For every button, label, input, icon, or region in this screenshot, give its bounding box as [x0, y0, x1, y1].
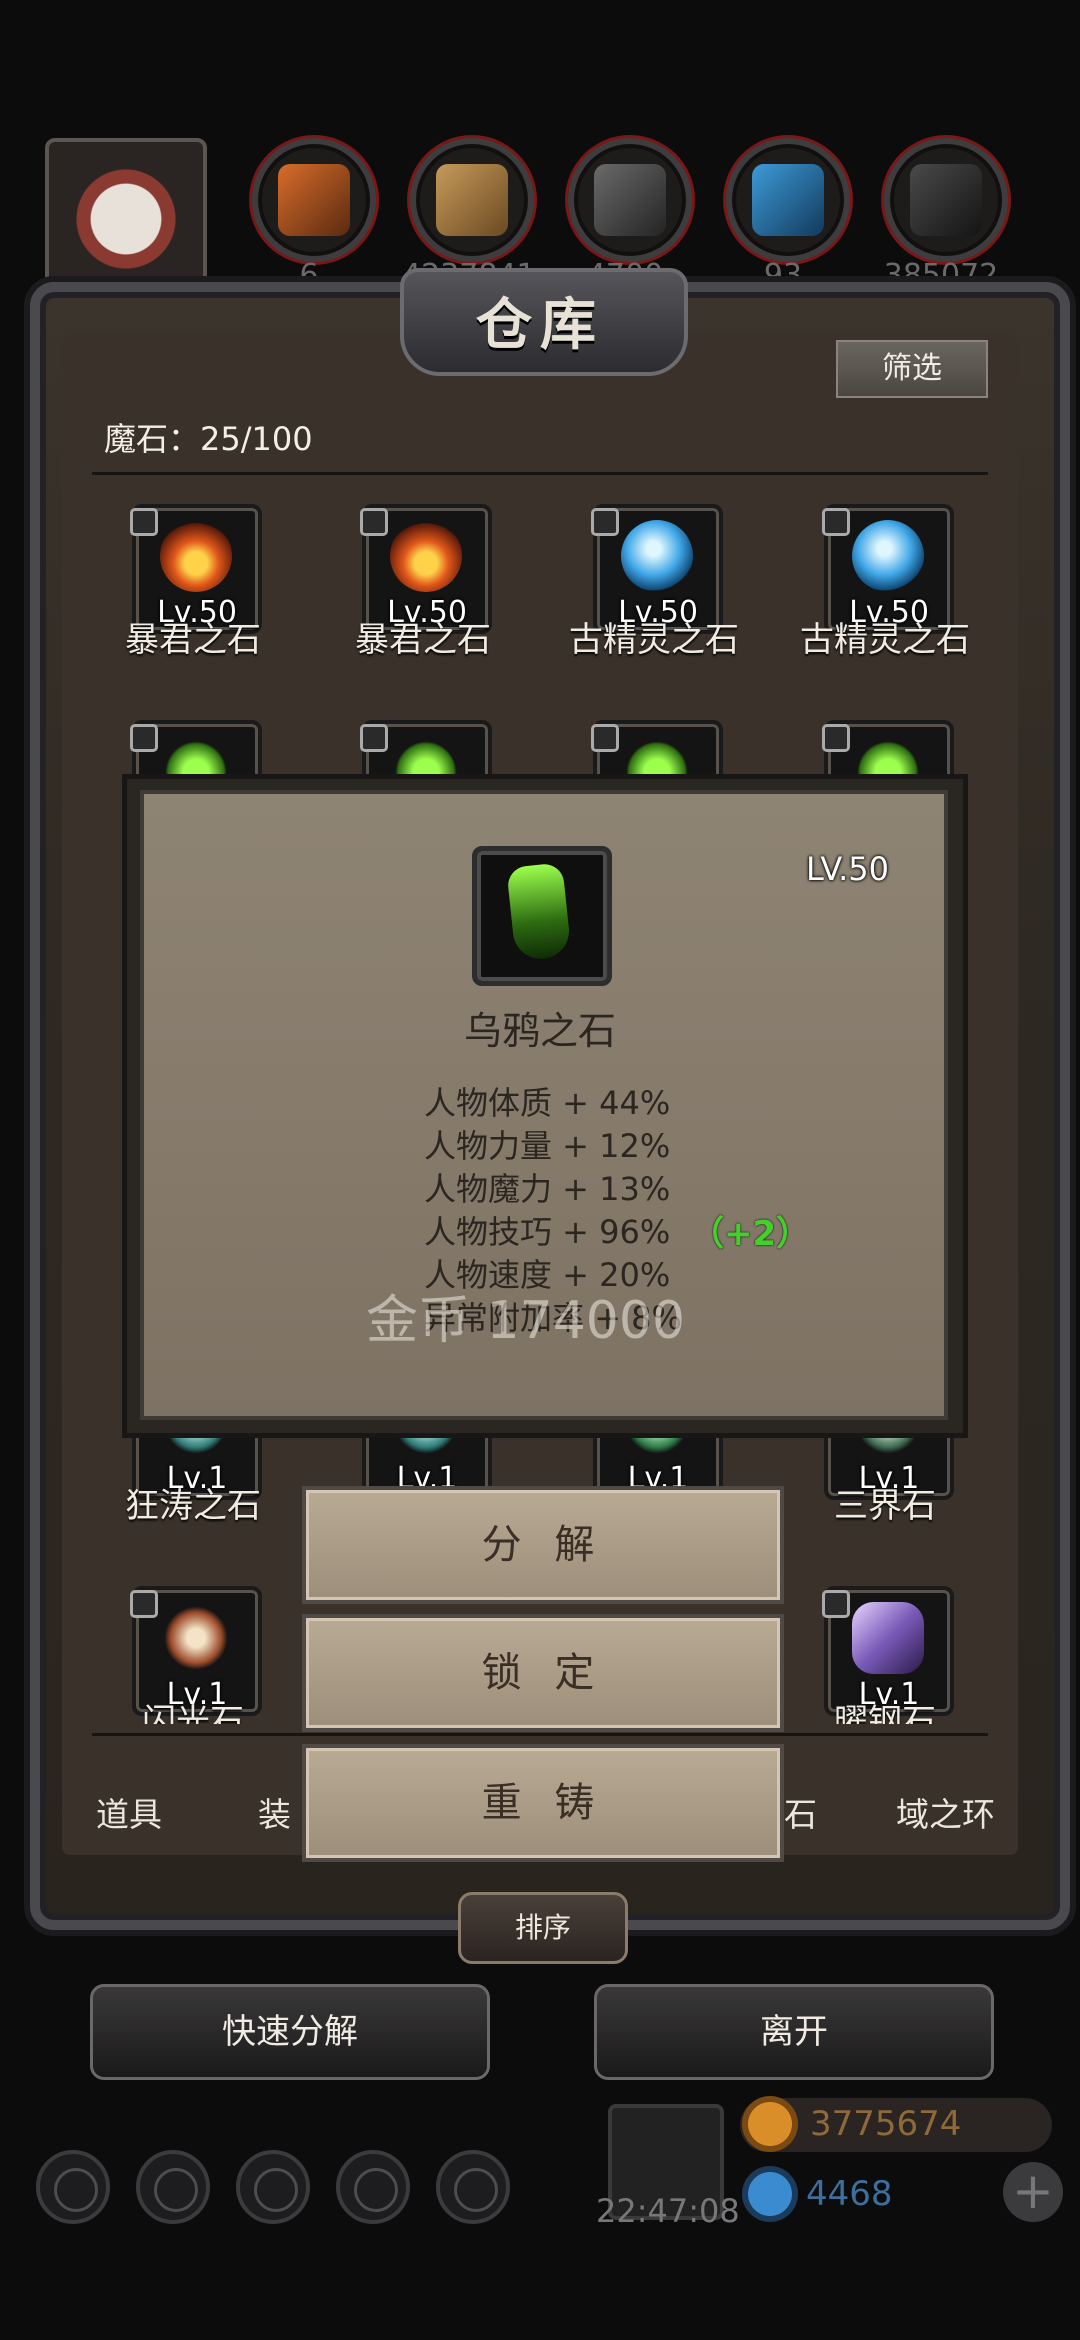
- obsidian-stone-icon: [852, 1602, 924, 1674]
- leave-button[interactable]: 离开: [594, 1984, 994, 2080]
- lock-icon: [591, 508, 619, 536]
- lock-icon: [360, 508, 388, 536]
- steel-ingot-icon: [910, 164, 982, 236]
- blue-crystal-icon: [752, 164, 824, 236]
- settings-icon[interactable]: [36, 2150, 110, 2224]
- item-name: 曜钢石: [834, 1702, 936, 1724]
- item-name: 古精灵之石: [800, 620, 970, 660]
- tab-rings[interactable]: 域之环: [896, 1788, 995, 1836]
- divider: [92, 1733, 988, 1736]
- stat-line: 人物魔力 + 13%: [424, 1170, 671, 1208]
- fire-stone-icon: [160, 520, 232, 592]
- divider: [92, 472, 988, 475]
- resource-slot-orange[interactable]: [252, 138, 376, 262]
- tab-stones[interactable]: 石: [784, 1788, 817, 1836]
- item-level: LV.50: [806, 850, 889, 888]
- resource-slot-crystal[interactable]: [726, 138, 850, 262]
- resource-slot-iron[interactable]: [568, 138, 692, 262]
- gold-amount: 3775674: [810, 2104, 962, 2144]
- item-name: 狂涛之石: [125, 1486, 261, 1526]
- stat-line: 人物技巧 + 96%: [424, 1213, 671, 1251]
- sort-button[interactable]: 排序: [458, 1892, 628, 1964]
- quick-decompose-button[interactable]: 快速分解: [90, 1984, 490, 2080]
- lock-icon: [591, 724, 619, 752]
- item-name: 暴君之石: [125, 620, 261, 660]
- item-name: 三界石: [834, 1486, 936, 1526]
- item-name: 乌鸦之石: [463, 1009, 616, 1053]
- stone-count: 魔石：25/100: [104, 420, 313, 458]
- gem-amount: 4468: [806, 2174, 893, 2214]
- lock-icon: [130, 1590, 158, 1618]
- green-crystal-icon: [506, 862, 572, 962]
- stat-line: 人物体质 + 44%: [424, 1084, 671, 1122]
- flash-stone-icon: [160, 1602, 232, 1674]
- add-currency-button[interactable]: +: [1003, 2162, 1063, 2222]
- tab-items[interactable]: 道具: [96, 1788, 162, 1836]
- clock: 22:47:08: [596, 2192, 740, 2230]
- item-name: 古精灵之石: [569, 620, 739, 660]
- mail-icon[interactable]: [336, 2150, 410, 2224]
- lock-icon: [822, 724, 850, 752]
- orange-ore-icon: [278, 164, 350, 236]
- item-name: 闪光石: [142, 1702, 244, 1724]
- resource-slot-steel[interactable]: [884, 138, 1008, 262]
- resource-slot-wood[interactable]: [410, 138, 534, 262]
- filter-button[interactable]: 筛选: [836, 340, 988, 398]
- recast-button[interactable]: 重 铸: [302, 1744, 784, 1862]
- lock-icon: [360, 724, 388, 752]
- item-icon: [472, 846, 612, 986]
- wood-plank-icon: [436, 164, 508, 236]
- menu-circle-icon[interactable]: [136, 2150, 210, 2224]
- gold-coin-icon: [742, 2096, 798, 2152]
- iron-ingot-icon: [594, 164, 666, 236]
- player-avatar[interactable]: [45, 138, 207, 286]
- lock-icon: [130, 724, 158, 752]
- lock-icon: [822, 508, 850, 536]
- spirit-orb-icon: [852, 520, 924, 592]
- lock-button[interactable]: 锁 定: [302, 1614, 784, 1732]
- decompose-button[interactable]: 分 解: [302, 1486, 784, 1604]
- fire-stone-icon: [390, 520, 462, 592]
- menu-circle-icon[interactable]: [236, 2150, 310, 2224]
- stat-line: 人物力量 + 12%: [424, 1127, 671, 1165]
- bonus-value: （+2）: [690, 1214, 811, 1254]
- menu-circle-icon[interactable]: [436, 2150, 510, 2224]
- item-name: 暴君之石: [355, 620, 491, 660]
- page-title: 仓库: [476, 293, 604, 358]
- lock-icon: [130, 508, 158, 536]
- gold-value-overlay: 金币 174000: [366, 1291, 686, 1351]
- diamond-icon: [742, 2166, 798, 2222]
- spirit-orb-icon: [621, 520, 693, 592]
- tab-equipment[interactable]: 装: [258, 1788, 291, 1836]
- lock-icon: [822, 1590, 850, 1618]
